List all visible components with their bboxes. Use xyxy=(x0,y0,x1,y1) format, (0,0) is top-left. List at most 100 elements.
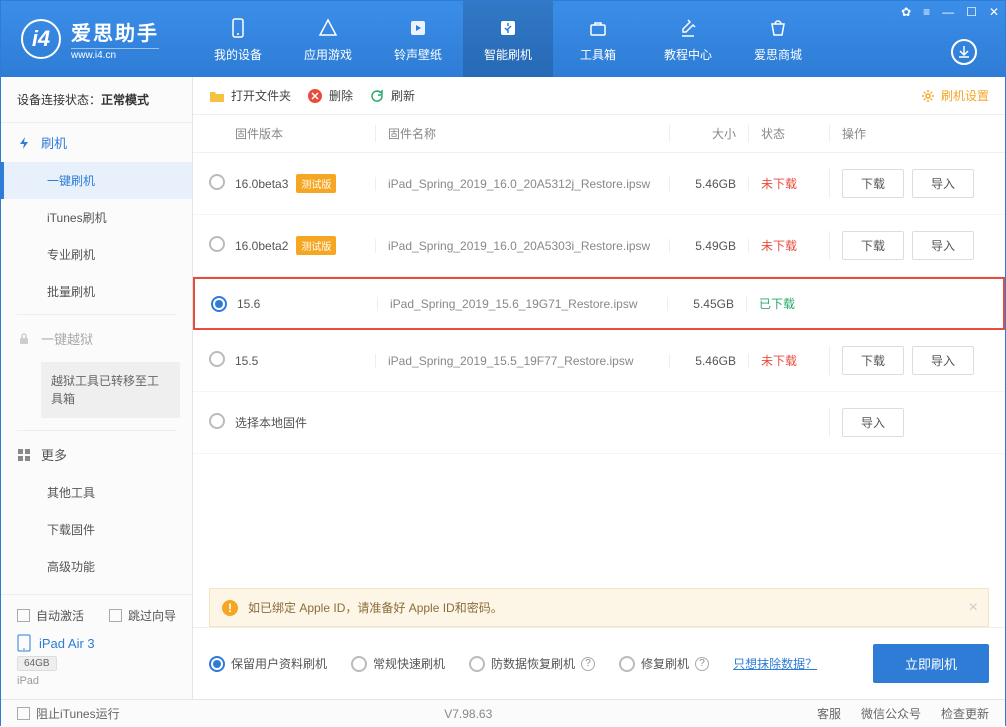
option-radio[interactable] xyxy=(351,656,367,672)
lock-icon xyxy=(17,332,31,346)
top-tab-0[interactable]: 我的设备 xyxy=(193,1,283,77)
sidebar-item-pro-flash[interactable]: 专业刷机 xyxy=(1,236,192,273)
tab-icon xyxy=(766,16,790,40)
import-button[interactable]: 导入 xyxy=(912,346,974,375)
firmware-radio[interactable] xyxy=(209,351,225,367)
import-button[interactable]: 导入 xyxy=(912,231,974,260)
option-radio[interactable] xyxy=(469,656,485,672)
flash-option-1[interactable]: 常规快速刷机 xyxy=(351,655,445,672)
sidebar-item-one-click-flash[interactable]: 一键刷机 xyxy=(1,162,192,199)
flash-settings-button[interactable]: 刷机设置 xyxy=(921,87,989,104)
refresh-icon xyxy=(369,88,385,104)
sidebar-item-batch-flash[interactable]: 批量刷机 xyxy=(1,273,192,310)
settings-icon[interactable]: ✿ xyxy=(901,5,911,19)
option-radio[interactable] xyxy=(209,656,225,672)
version-label: V7.98.63 xyxy=(120,707,817,721)
window-controls: ✿ ≡ — ☐ ✕ xyxy=(901,5,999,19)
download-button[interactable]: 下载 xyxy=(842,346,904,375)
firmware-row[interactable]: 16.0beta3测试版iPad_Spring_2019_16.0_20A531… xyxy=(193,153,1005,215)
top-tab-1[interactable]: 应用游戏 xyxy=(283,1,373,77)
app-name: 爱思助手 xyxy=(71,17,159,46)
firmware-table-body: 16.0beta3测试版iPad_Spring_2019_16.0_20A531… xyxy=(193,153,1005,580)
sidebar-item-advanced[interactable]: 高级功能 xyxy=(1,548,192,585)
import-button[interactable]: 导入 xyxy=(842,408,904,437)
warning-icon: ! xyxy=(222,600,238,616)
minimize-icon[interactable]: — xyxy=(942,5,954,19)
top-tab-4[interactable]: 工具箱 xyxy=(553,1,643,77)
delete-button[interactable]: 删除 xyxy=(307,87,353,104)
flash-option-2[interactable]: 防数据恢复刷机? xyxy=(469,655,595,672)
status-bar: 阻止iTunes运行 V7.98.63 客服 微信公众号 检查更新 xyxy=(1,699,1005,727)
more-icon xyxy=(17,448,31,462)
firmware-radio[interactable] xyxy=(209,413,225,429)
top-tabs: 我的设备应用游戏铃声壁纸智能刷机工具箱教程中心爱思商城 xyxy=(193,1,823,77)
footer-link-update[interactable]: 检查更新 xyxy=(941,705,989,722)
firmware-row[interactable]: 15.6iPad_Spring_2019_15.6_19G71_Restore.… xyxy=(193,277,1005,330)
tab-icon xyxy=(496,16,520,40)
app-header: i4 爱思助手 www.i4.cn 我的设备应用游戏铃声壁纸智能刷机工具箱教程中… xyxy=(1,1,1005,77)
refresh-button[interactable]: 刷新 xyxy=(369,87,415,104)
help-icon[interactable]: ? xyxy=(695,657,709,671)
folder-icon xyxy=(209,88,225,104)
top-tab-5[interactable]: 教程中心 xyxy=(643,1,733,77)
footer-link-support[interactable]: 客服 xyxy=(817,705,841,722)
tab-icon xyxy=(226,16,250,40)
delete-icon xyxy=(307,88,323,104)
open-folder-button[interactable]: 打开文件夹 xyxy=(209,87,291,104)
maximize-icon[interactable]: ☐ xyxy=(966,5,977,19)
auto-activate-checkbox[interactable] xyxy=(17,609,30,622)
firmware-row[interactable]: 15.5iPad_Spring_2019_15.5_19F77_Restore.… xyxy=(193,330,1005,392)
device-info[interactable]: iPad Air 3 xyxy=(17,634,176,652)
beta-badge: 测试版 xyxy=(296,174,336,193)
jailbreak-note: 越狱工具已转移至工具箱 xyxy=(41,362,180,418)
top-tab-6[interactable]: 爱思商城 xyxy=(733,1,823,77)
skip-guide-checkbox[interactable] xyxy=(109,609,122,622)
sidebar-section-flash[interactable]: 刷机 xyxy=(1,123,192,162)
info-close-icon[interactable]: × xyxy=(969,599,978,617)
logo: i4 爱思助手 www.i4.cn xyxy=(1,17,193,61)
flash-option-3[interactable]: 修复刷机? xyxy=(619,655,709,672)
tab-icon xyxy=(406,16,430,40)
main-content: 打开文件夹 删除 刷新 刷机设置 xyxy=(193,77,1005,699)
sidebar-item-itunes-flash[interactable]: iTunes刷机 xyxy=(1,199,192,236)
firmware-row[interactable]: 16.0beta2测试版iPad_Spring_2019_16.0_20A530… xyxy=(193,215,1005,277)
block-itunes-checkbox[interactable] xyxy=(17,707,30,720)
info-banner: ! 如已绑定 Apple ID，请准备好 Apple ID和密码。 × xyxy=(209,588,989,627)
firmware-radio[interactable] xyxy=(211,296,227,312)
toolbar: 打开文件夹 删除 刷新 刷机设置 xyxy=(193,77,1005,115)
firmware-radio[interactable] xyxy=(209,236,225,252)
footer-link-wechat[interactable]: 微信公众号 xyxy=(861,705,921,722)
gear-icon xyxy=(921,89,935,103)
top-tab-3[interactable]: 智能刷机 xyxy=(463,1,553,77)
flash-now-button[interactable]: 立即刷机 xyxy=(873,644,989,683)
import-button[interactable]: 导入 xyxy=(912,169,974,198)
download-button[interactable]: 下载 xyxy=(842,231,904,260)
flash-options: 保留用户资料刷机 常规快速刷机 防数据恢复刷机? 修复刷机? 只想抹除数据？ 立即刷机 xyxy=(193,627,1005,699)
firmware-row[interactable]: 选择本地固件导入 xyxy=(193,392,1005,454)
connection-status: 设备连接状态：正常模式 xyxy=(1,77,192,123)
tab-icon xyxy=(586,16,610,40)
logo-icon: i4 xyxy=(21,19,61,59)
option-radio[interactable] xyxy=(619,656,635,672)
sidebar-item-other-tools[interactable]: 其他工具 xyxy=(1,474,192,511)
menu-icon[interactable]: ≡ xyxy=(923,5,930,19)
sidebar-item-download-fw[interactable]: 下载固件 xyxy=(1,511,192,548)
firmware-table-header: 固件版本 固件名称 大小 状态 操作 xyxy=(193,115,1005,153)
tab-icon xyxy=(676,16,700,40)
help-icon[interactable]: ? xyxy=(581,657,595,671)
flash-option-0[interactable]: 保留用户资料刷机 xyxy=(209,655,327,672)
top-tab-2[interactable]: 铃声壁纸 xyxy=(373,1,463,77)
firmware-radio[interactable] xyxy=(209,174,225,190)
download-manager-icon[interactable] xyxy=(951,39,977,65)
storage-badge: 64GB xyxy=(17,656,57,671)
tab-icon xyxy=(316,16,340,40)
device-type: iPad xyxy=(17,675,176,687)
beta-badge: 测试版 xyxy=(296,236,336,255)
footer-links: 客服 微信公众号 检查更新 xyxy=(817,705,989,722)
download-button[interactable]: 下载 xyxy=(842,169,904,198)
sidebar-section-more[interactable]: 更多 xyxy=(1,435,192,474)
close-icon[interactable]: ✕ xyxy=(989,5,999,19)
erase-data-link[interactable]: 只想抹除数据？ xyxy=(733,655,817,672)
tablet-icon xyxy=(17,634,31,652)
flash-icon xyxy=(17,136,31,150)
